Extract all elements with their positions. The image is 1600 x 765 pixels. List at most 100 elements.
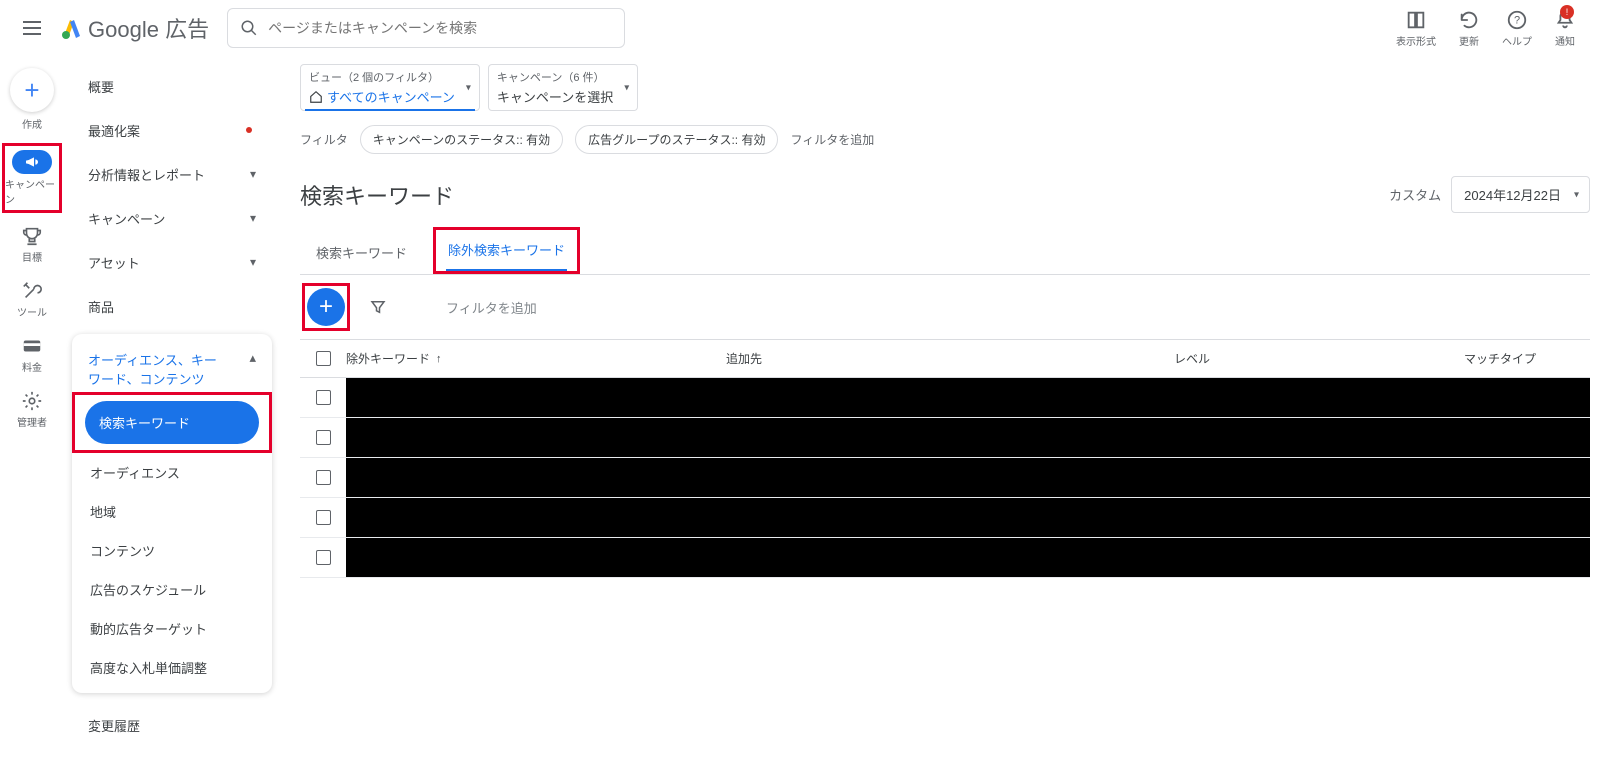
refresh-button[interactable]: 更新	[1458, 9, 1480, 48]
redacted-content	[346, 458, 1590, 497]
chevron-down-icon: ▾	[250, 211, 256, 225]
chevron-down-icon: ▾	[250, 167, 256, 181]
table: 除外キーワード↑ 追加先 レベル マッチタイプ	[300, 339, 1590, 578]
filter-row: フィルタ キャンペーンのステータス:: 有効 広告グループのステータス:: 有効…	[300, 125, 1590, 154]
table-header: 除外キーワード↑ 追加先 レベル マッチタイプ	[300, 340, 1590, 378]
sidebar-item-asset[interactable]: アセット▾	[72, 240, 272, 284]
header-actions: 表示形式 更新 ? ヘルプ ! 通知	[1396, 9, 1588, 48]
th-match-type[interactable]: マッチタイプ	[1464, 350, 1590, 367]
sidebar-item-overview[interactable]: 概要	[72, 64, 272, 108]
left-rail: + 作成 キャンペーン 目標 ツール 料金 管理者	[0, 60, 64, 433]
campaign-dropdown[interactable]: キャンペーン（6 件） キャンペーンを選択 ▾	[488, 64, 638, 111]
tab-search-keywords[interactable]: 検索キーワード	[314, 233, 409, 274]
hamburger-menu[interactable]	[12, 8, 52, 48]
sidebar-sub-geo[interactable]: 地域	[72, 492, 272, 531]
filter-label: フィルタ	[300, 131, 348, 148]
sidebar-sub-bid-adj[interactable]: 高度な入札単価調整	[72, 648, 272, 687]
toolbar-add-filter[interactable]: フィルタを追加	[446, 298, 537, 317]
table-row[interactable]	[300, 418, 1590, 458]
notification-badge: !	[1560, 5, 1574, 19]
megaphone-icon	[12, 150, 52, 174]
top-controls: ビュー（2 個のフィルタ） すべてのキャンペーン ▾ キャンペーン（6 件） キ…	[300, 64, 1590, 111]
create-fab[interactable]: +	[10, 68, 54, 112]
main-content: ビュー（2 個のフィルタ） すべてのキャンペーン ▾ キャンペーン（6 件） キ…	[300, 64, 1590, 578]
sidebar-item-products[interactable]: 商品	[72, 284, 272, 328]
sidebar-item-insights[interactable]: 分析情報とレポート▾	[72, 152, 272, 196]
tabs: 検索キーワード 除外検索キーワード	[300, 227, 1590, 275]
sort-asc-icon: ↑	[436, 353, 442, 365]
sidebar-item-audience-section[interactable]: オーディエンス、キーワード、コンテンツ ▴	[72, 340, 272, 392]
google-ads-logo-icon	[60, 16, 84, 40]
funnel-icon	[369, 298, 387, 316]
rail-admin[interactable]: 管理者	[2, 386, 62, 433]
caret-down-icon: ▾	[466, 82, 471, 93]
alert-dot	[246, 127, 252, 133]
th-negative-keyword[interactable]: 除外キーワード↑	[346, 350, 726, 367]
filter-icon-button[interactable]	[364, 293, 392, 321]
th-level[interactable]: レベル	[1174, 350, 1464, 367]
table-row[interactable]	[300, 458, 1590, 498]
logo-text: Google 広告	[88, 12, 209, 44]
svg-text:?: ?	[1514, 14, 1520, 26]
row-checkbox[interactable]	[316, 390, 331, 405]
redacted-content	[346, 378, 1590, 417]
search-box[interactable]	[227, 8, 625, 48]
row-checkbox[interactable]	[316, 430, 331, 445]
gear-icon	[21, 390, 43, 412]
trophy-icon	[21, 225, 43, 247]
sidebar-sub-content[interactable]: コンテンツ	[72, 531, 272, 570]
table-body	[300, 378, 1590, 578]
redacted-content	[346, 498, 1590, 537]
page-title: 検索キーワード	[300, 179, 454, 211]
sidebar-sub-audience[interactable]: オーディエンス	[72, 453, 272, 492]
logo[interactable]: Google 広告	[60, 12, 209, 44]
filter-chip-adgroup-status[interactable]: 広告グループのステータス:: 有効	[575, 125, 778, 154]
th-added-to[interactable]: 追加先	[726, 350, 1174, 367]
chevron-up-icon: ▴	[249, 350, 256, 366]
add-filter-link[interactable]: フィルタを追加	[790, 131, 874, 148]
date-label: カスタム	[1389, 185, 1441, 204]
rail-tools[interactable]: ツール	[2, 276, 62, 323]
sidebar-item-change-history[interactable]: 変更履歴	[72, 703, 272, 747]
sidebar: 概要 最適化案 分析情報とレポート▾ キャンペーン▾ アセット▾ 商品 オーディ…	[72, 64, 272, 747]
tab-negative-keywords[interactable]: 除外検索キーワード	[446, 230, 567, 271]
view-dropdown[interactable]: ビュー（2 個のフィルタ） すべてのキャンペーン ▾	[300, 64, 480, 111]
sidebar-sub-search-keywords[interactable]: 検索キーワード	[85, 401, 259, 444]
header: Google 広告 表示形式 更新 ? ヘルプ ! 通知	[0, 0, 1600, 56]
rail-campaign[interactable]: キャンペーン	[2, 143, 62, 213]
layout-icon	[1405, 9, 1427, 31]
card-icon	[21, 335, 43, 357]
redacted-content	[346, 418, 1590, 457]
refresh-icon	[1458, 9, 1480, 31]
chevron-down-icon: ▾	[250, 255, 256, 269]
date-selector[interactable]: 2024年12月22日	[1451, 176, 1590, 213]
row-checkbox[interactable]	[316, 470, 331, 485]
home-icon	[309, 90, 323, 104]
search-icon	[240, 19, 258, 37]
rail-create[interactable]: + 作成	[2, 64, 62, 135]
appearance-button[interactable]: 表示形式	[1396, 9, 1436, 48]
sidebar-item-campaign[interactable]: キャンペーン▾	[72, 196, 272, 240]
search-input[interactable]	[268, 20, 612, 36]
plus-icon: +	[319, 293, 333, 321]
row-checkbox[interactable]	[316, 550, 331, 565]
filter-chip-campaign-status[interactable]: キャンペーンのステータス:: 有効	[360, 125, 563, 154]
rail-billing[interactable]: 料金	[2, 331, 62, 378]
help-button[interactable]: ? ヘルプ	[1502, 9, 1532, 48]
tools-icon	[21, 280, 43, 302]
notifications-button[interactable]: ! 通知	[1554, 9, 1576, 48]
sidebar-item-optimization[interactable]: 最適化案	[72, 108, 272, 152]
redacted-content	[346, 538, 1590, 577]
select-all-checkbox[interactable]	[316, 351, 331, 366]
add-button[interactable]: +	[307, 288, 345, 326]
row-checkbox[interactable]	[316, 510, 331, 525]
table-row[interactable]	[300, 498, 1590, 538]
help-icon: ?	[1506, 9, 1528, 31]
sidebar-sub-dynamic-target[interactable]: 動的広告ターゲット	[72, 609, 272, 648]
table-row[interactable]	[300, 378, 1590, 418]
toolbar: + フィルタを追加	[300, 275, 1590, 339]
table-row[interactable]	[300, 538, 1590, 578]
sidebar-sub-ad-schedule[interactable]: 広告のスケジュール	[72, 570, 272, 609]
rail-goals[interactable]: 目標	[2, 221, 62, 268]
plus-icon: +	[24, 75, 39, 106]
